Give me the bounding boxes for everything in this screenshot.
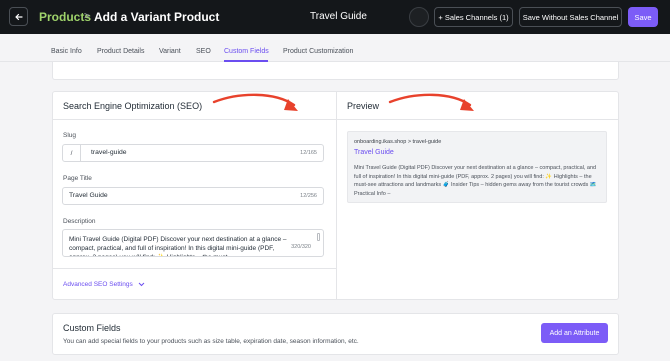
slug-prefix: / <box>63 145 81 161</box>
advanced-seo-settings-label: Advanced SEO Settings <box>63 281 133 288</box>
tab-product-details[interactable]: Product Details <box>97 48 144 55</box>
description-field[interactable]: Mini Travel Guide (Digital PDF) Discover… <box>62 229 324 257</box>
tab-product-customization[interactable]: Product Customization <box>283 48 353 55</box>
seo-card: Search Engine Optimization (SEO) Slug / … <box>52 91 619 300</box>
page-title-field[interactable]: Travel Guide 12/256 <box>62 187 324 205</box>
custom-fields-title: Custom Fields <box>63 323 121 333</box>
preview-section-title: Preview <box>347 101 380 111</box>
product-name: Travel Guide <box>310 11 367 22</box>
tab-bar: Basic Info Product Details Variant SEO C… <box>0 34 670 62</box>
seo-section-title: Search Engine Optimization (SEO) <box>63 101 203 111</box>
top-bar: Products > Add a Variant Product Travel … <box>0 0 670 34</box>
slug-field[interactable]: / travel-guide 12/165 <box>62 144 324 162</box>
slug-char-count: 12/165 <box>300 150 317 156</box>
tab-basic-info[interactable]: Basic Info <box>51 48 82 55</box>
previous-section-card <box>52 62 619 80</box>
page-title: Add a Variant Product <box>94 10 220 24</box>
preview-description: Mini Travel Guide (Digital PDF) Discover… <box>354 165 597 197</box>
slug-label: Slug <box>63 132 77 139</box>
save-button[interactable]: Save <box>628 7 658 27</box>
preview-url: onboarding.ikas.shop > travel-guide <box>354 139 442 145</box>
avatar[interactable] <box>409 7 429 27</box>
save-without-sales-channel-button[interactable]: Save Without Sales Channel <box>519 7 622 27</box>
tab-seo[interactable]: SEO <box>196 48 211 55</box>
tab-variant[interactable]: Variant <box>159 48 181 55</box>
description-value: Mini Travel Guide (Digital PDF) Discover… <box>69 236 287 256</box>
breadcrumb-separator: > <box>84 11 90 22</box>
arrow-left-icon <box>14 13 23 20</box>
textarea-resize-handle[interactable] <box>317 233 320 241</box>
search-preview: onboarding.ikas.shop > travel-guide Trav… <box>347 131 607 203</box>
divider <box>337 119 619 120</box>
page-title-char-count: 12/256 <box>300 193 317 199</box>
preview-link-title: Travel Guide <box>354 149 394 156</box>
page-title-label: Page Title <box>63 175 92 182</box>
add-attribute-button[interactable]: Add an Attribute <box>541 323 608 343</box>
divider <box>53 119 336 120</box>
custom-fields-subtitle: You can add special fields to your produ… <box>63 338 359 345</box>
page-title-value: Travel Guide <box>69 192 108 199</box>
divider <box>53 268 336 269</box>
column-divider <box>336 92 337 299</box>
description-char-count: 320/320 <box>291 244 311 250</box>
back-button[interactable] <box>9 7 28 26</box>
sales-channels-button[interactable]: + Sales Channels (1) <box>434 7 513 27</box>
tab-custom-fields[interactable]: Custom Fields <box>224 48 269 55</box>
description-label: Description <box>63 218 96 225</box>
custom-fields-card: Custom Fields You can add special fields… <box>52 313 619 355</box>
advanced-seo-settings-link[interactable]: Advanced SEO Settings <box>63 281 145 288</box>
slug-value: travel-guide <box>91 149 127 156</box>
chevron-down-icon <box>138 282 144 286</box>
